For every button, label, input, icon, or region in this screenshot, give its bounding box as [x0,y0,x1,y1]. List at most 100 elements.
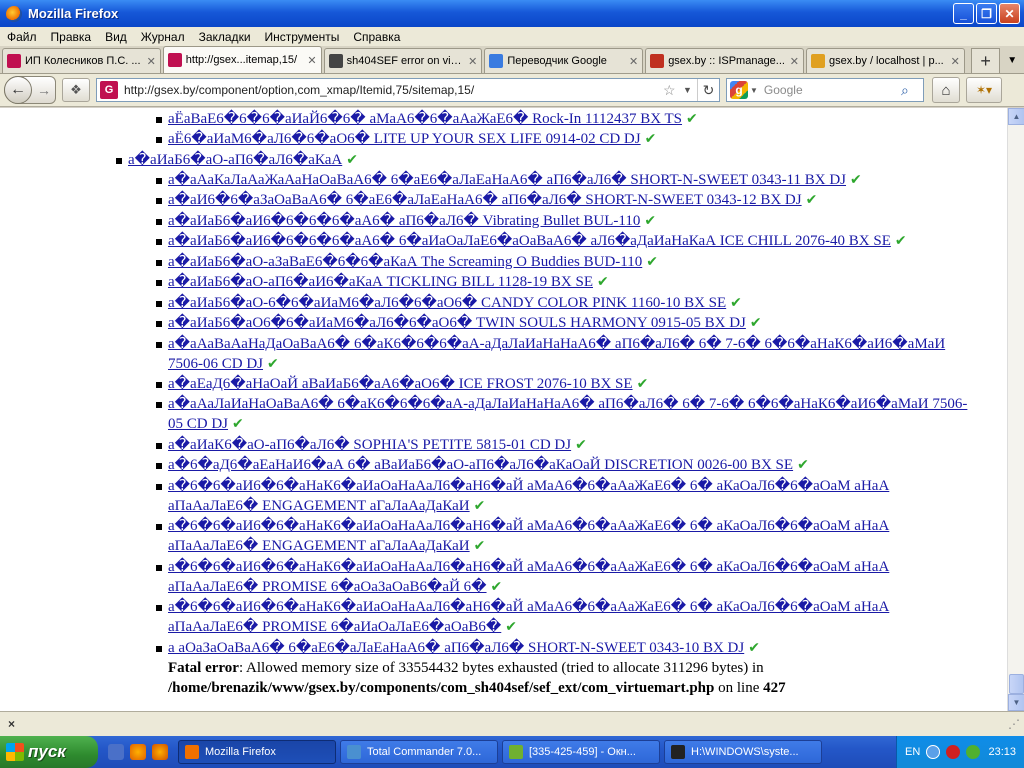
tray-arrow-icon[interactable] [926,745,941,759]
tab-kolesnikov[interactable]: ИП Колесников П.С. ... ✕ [2,48,161,73]
error-label: Fatal error [168,660,239,676]
resize-grip-icon[interactable]: ⋰ [1008,717,1020,731]
tab-close-icon[interactable]: ✕ [468,55,477,68]
sitemap-link[interactable]: а�аАаЛаИаНаОаВаА6� 6�аК6�6�6�аА-аДаЛаИаН… [168,396,967,432]
sitemap-link[interactable]: а�аИаБ6�аИ6�6�6�6�аА6� 6�аИаОаЛаЕ6�аОаВа… [168,233,891,249]
taskbar-label: [335-425-459] - Окн... [529,746,636,758]
url-text[interactable]: http://gsex.by/component/option,com_xmap… [124,83,663,97]
sitemap-link[interactable]: а�аИ6�6�аЗаОаВаА6� 6�аЕ6�аЛаЕаНаА6� аП6�… [168,192,802,208]
menu-bookmarks[interactable]: Закладки [192,30,258,44]
sitemap-link[interactable]: а�аИаБ6�аО-аЗаВаЕ6�6�6�аКаА The Screamin… [168,254,642,270]
firefox-quicklaunch-icon[interactable] [130,744,146,760]
bookmark-star-icon[interactable]: ☆ [663,82,683,99]
engine-dropdown-icon[interactable]: ▼ [750,86,758,95]
list-item: а�аИаБ6�аО-аЗаВаЕ6�6�6�аКаА The Screamin… [168,252,978,272]
scroll-down-arrow-icon[interactable]: ▼ [1008,694,1024,711]
windows-taskbar: пуск Mozilla Firefox Total Commander 7.0… [0,736,1024,768]
home-icon[interactable]: ⌂ [932,77,960,103]
sitemap-link[interactable]: аЁаВаЕ6�6�6�аИаЙ6�6� аМаА6�6�аАаЖаЕ6� Ro… [168,111,682,127]
new-tab-button[interactable]: + [970,48,1001,73]
vertical-scrollbar[interactable]: ▲ ▼ [1007,108,1024,711]
search-bar[interactable]: g ▼ Google ⌕ [726,78,924,102]
sitemap-link[interactable]: а�аАаКаЛаАаЖаАаНаОаВаА6� 6�аЕ6�аЛаЕаНаА6… [168,172,846,188]
clock: 23:13 [988,746,1016,758]
tab-translate[interactable]: Переводчик Google ✕ [484,48,644,73]
close-findbar-icon[interactable]: × [8,717,15,731]
taskbar-item-total-commander[interactable]: Total Commander 7.0... [340,740,498,764]
save-icon[interactable] [108,744,124,760]
tab-close-icon[interactable]: ✕ [951,55,960,68]
sitemap-link[interactable]: а�аИаБ6�аО6�6�аИаМ6�аЛ6�6�аО6� TWIN SOUL… [168,315,746,331]
sitemap-link[interactable]: а�аИаБ6�аИ6�6�6�6�аА6� аП6�аЛ6� Vibratin… [168,213,640,229]
language-indicator[interactable]: EN [905,746,920,758]
sitemap-link[interactable]: а�6�6�аИ6�6�аНаК6�аИаОаНаАаЛ6�аН6�аЙ аМа… [168,559,889,595]
windows-logo-icon [6,743,24,761]
checkmark-icon: ✔ [596,274,609,290]
tab-phpmyadmin[interactable]: gsex.by / localhost | p... ✕ [805,48,965,73]
sitemap-link[interactable]: а�6�аД6�аЕаНаИ6�аА 6� аВаИаБ6�аО-аП6�аЛ6… [168,457,793,473]
firefox-icon [6,5,22,22]
tab-sh404sef[interactable]: sh404SEF error on virt... ✕ [323,48,483,73]
list-item: а�аИ6�6�аЗаОаВаА6� 6�аЕ6�аЛаЕаНаА6� аП6�… [168,190,978,210]
back-arrow-icon[interactable]: ← [4,76,32,104]
navigation-bar: ← → ❖ G http://gsex.by/component/option,… [0,74,1024,107]
addon-icon[interactable]: ❖ [62,78,90,102]
forward-arrow-icon[interactable]: → [37,82,51,98]
tab-close-icon[interactable]: ✕ [147,55,156,68]
list-bullet [156,443,162,449]
scroll-up-arrow-icon[interactable]: ▲ [1008,108,1024,125]
sitemap-link[interactable]: а�6�6�аИ6�6�аНаК6�аИаОаНаАаЛ6�аН6�аЙ аМа… [168,478,889,514]
extension-menu-icon[interactable]: ✶▾ [966,77,1002,103]
tab-label: Переводчик Google [507,55,607,67]
menu-edit[interactable]: Правка [44,30,99,44]
sitemap-link[interactable]: а�6�6�аИ6�6�аНаК6�аИаОаНаАаЛ6�аН6�аЙ аМа… [168,518,889,554]
list-bullet [156,117,162,123]
category-link[interactable]: а�аИаБ6�аО-аП6�аЛ6�аКаА [128,152,342,168]
minimize-button[interactable]: _ [953,3,974,24]
search-icon[interactable]: ⌕ [901,82,923,99]
sitemap-link[interactable]: а аОаЗаОаВаА6� 6�аЕ6�аЛаЕаНаА6� аП6�аЛ6�… [168,640,744,656]
list-item: а�аИаБ6�аО6�6�аИаМ6�аЛ6�6�аО6� TWIN SOUL… [168,313,978,333]
icq-flower-icon[interactable] [966,745,981,759]
scroll-thumb[interactable] [1009,674,1024,694]
tab-close-icon[interactable]: ✕ [629,55,638,68]
sitemap-link[interactable]: а�аИаБ6�аО-6�6�аИаМ6�аЛ6�6�аО6� CANDY CO… [168,295,726,311]
menu-view[interactable]: Вид [98,30,134,44]
checkmark-icon: ✔ [473,498,486,515]
sitemap-link[interactable]: а�аАаВаАаНаДаОаВаА6� 6�аК6�6�6�аА-аДаЛаИ… [168,336,945,372]
firefox-quicklaunch-icon[interactable] [152,744,168,760]
sitemap-link[interactable]: а�6�6�аИ6�6�аНаК6�аИаОаНаАаЛ6�аН6�аЙ аМа… [168,599,889,635]
taskbar-item-firefox[interactable]: Mozilla Firefox [178,740,336,764]
sitemap-link[interactable]: а�аИаБ6�аО-аП6�аИ6�аКаА TICKLING BILL 11… [168,274,593,290]
restore-button[interactable]: ❐ [976,3,997,24]
history-dropdown-icon[interactable]: ▼ [683,85,697,95]
checkmark-icon: ✔ [730,295,742,311]
tab-close-icon[interactable]: ✕ [790,55,799,68]
checkmark-icon: ✔ [644,131,657,147]
tab-sitemap[interactable]: http://gsex...itemap,15/ ✕ [162,46,322,73]
menu-file[interactable]: Файл [0,30,44,44]
checkmark-icon: ✔ [749,315,762,331]
sitemap-link[interactable]: а�аЕаД6�аНаОаЙ аВаИаБ6�аА6�аО6� ICE FROS… [168,376,633,392]
sitemap-link[interactable]: а�аИаК6�аО-аП6�аЛ6� SOPHIA'S PETITE 5815… [168,437,571,453]
start-button[interactable]: пуск [0,736,98,768]
search-input[interactable]: Google [764,83,901,97]
sitemap-link[interactable]: аЁ6�аИаМ6�аЛ6�6�аО6� LITE UP YOUR SEX LI… [168,131,641,147]
address-bar[interactable]: G http://gsex.by/component/option,com_xm… [96,78,720,102]
tab-list-chevron-icon[interactable]: ▼ [1000,48,1024,73]
menu-history[interactable]: Журнал [134,30,192,44]
site-identity-icon[interactable]: G [100,81,118,99]
menu-help[interactable]: Справка [346,30,407,44]
taskbar-item-icq[interactable]: [335-425-459] - Окн... [502,740,660,764]
window-title: Mozilla Firefox [28,6,119,21]
menu-tools[interactable]: Инструменты [258,30,347,44]
close-button[interactable]: ✕ [999,3,1020,24]
list-bullet [156,342,162,348]
antivirus-icon[interactable] [946,745,961,759]
taskbar-item-cmd[interactable]: H:\WINDOWS\syste... [664,740,822,764]
tab-ispmanager[interactable]: gsex.by :: ISPmanage... ✕ [645,48,804,73]
reload-icon[interactable]: ↻ [697,79,719,101]
google-engine-icon[interactable]: g [730,81,748,99]
back-forward-group: ← → [4,76,56,104]
tab-close-icon[interactable]: ✕ [307,54,316,67]
